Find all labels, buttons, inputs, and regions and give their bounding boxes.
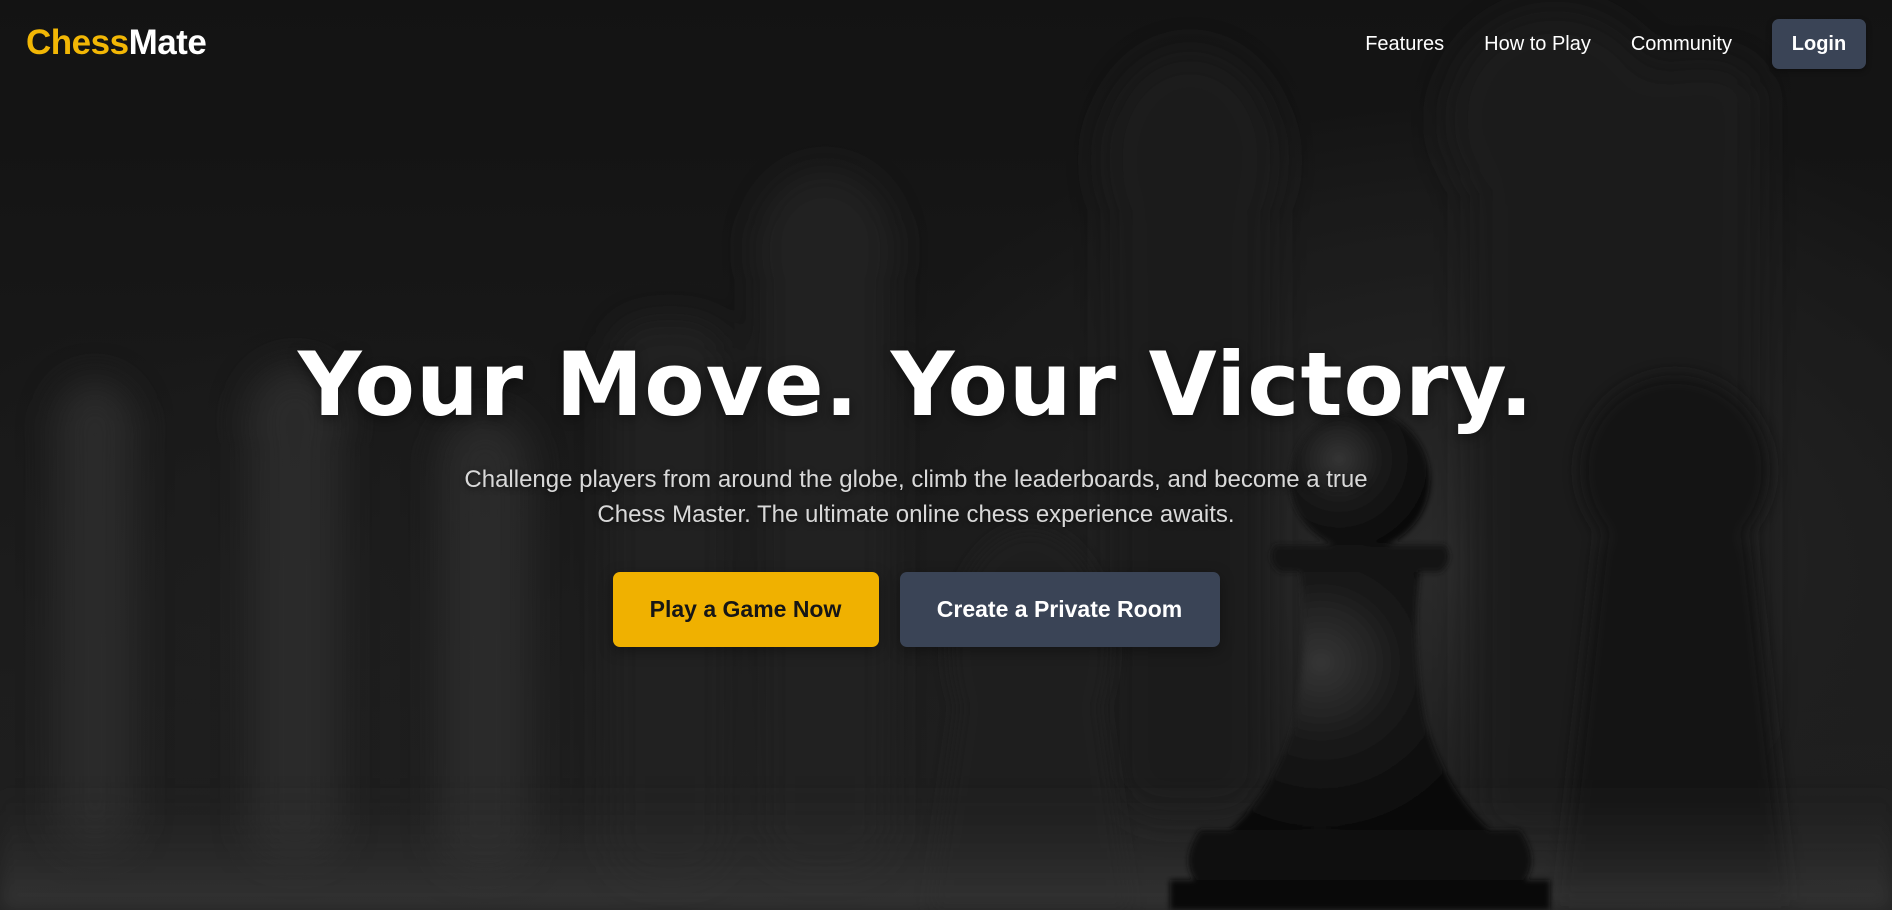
brand-logo-chess: Chess [26,23,129,62]
nav-link-how-to-play[interactable]: How to Play [1484,19,1591,69]
main-nav: Features How to Play Community Login [1365,19,1866,69]
cta-buttons: Play a Game Now Create a Private Room [0,572,1892,647]
brand-logo[interactable]: ChessMate [26,23,207,63]
login-button[interactable]: Login [1772,19,1866,69]
hero-title: Your Move. Your Victory. [297,333,1535,436]
hero-section: Your Move. Your Victory. Challenge playe… [0,330,1892,647]
hero-subtitle: Challenge players from around the globe,… [464,466,1368,528]
site-header: ChessMate Features How to Play Community… [0,0,1892,88]
play-game-button[interactable]: Play a Game Now [612,572,879,647]
brand-logo-mate: Mate [128,23,207,62]
create-private-room-button[interactable]: Create a Private Room [899,572,1220,647]
nav-link-community[interactable]: Community [1631,19,1732,69]
nav-link-features[interactable]: Features [1365,19,1444,69]
